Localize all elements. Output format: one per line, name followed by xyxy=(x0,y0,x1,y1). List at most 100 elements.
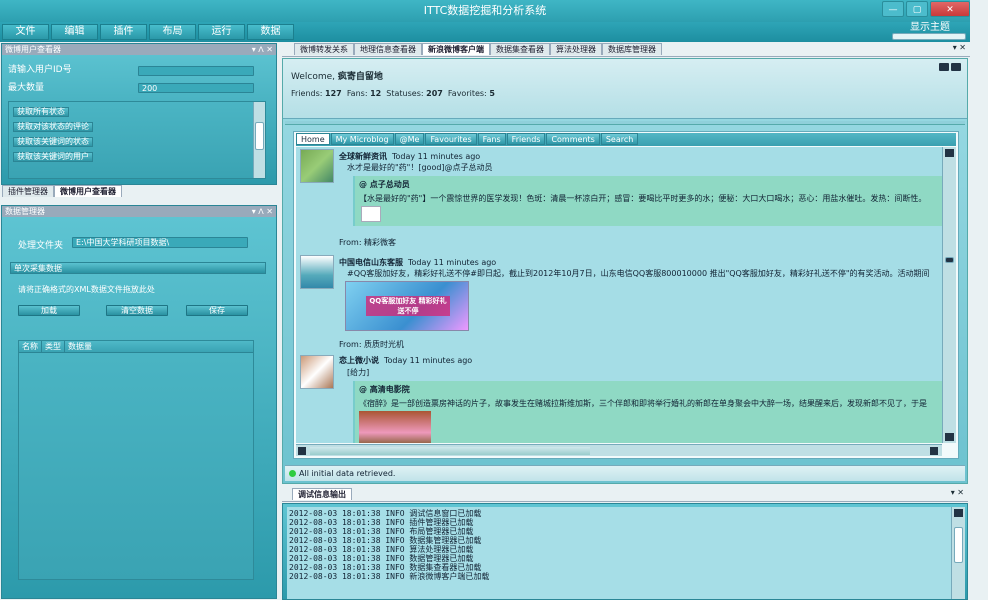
avatar[interactable] xyxy=(300,255,334,289)
action-get-comments[interactable]: 获取对该状态的评论 xyxy=(13,122,93,132)
tab-weibo-user-viewer[interactable]: 微博用户查看器 xyxy=(54,185,122,197)
scroll-thumb[interactable] xyxy=(255,122,264,150)
feed-tab-comments[interactable]: Comments xyxy=(546,133,600,145)
action-list-scrollbar[interactable] xyxy=(253,102,265,178)
menu-layout[interactable]: 布局 xyxy=(149,24,196,40)
debug-panel: 2012-08-03 18:01:38 INFO 调试信息窗口已加载 2012-… xyxy=(282,503,968,600)
list-item[interactable]: 中国电信山东客服 Today 11 minutes ago #QQ客服加好友，精彩… xyxy=(299,253,930,353)
post-user[interactable]: 全球新鲜资讯 xyxy=(339,152,387,161)
panel-controls[interactable]: ▾ ᐱ ✕ xyxy=(252,206,273,217)
post-time: Today 11 minutes ago xyxy=(408,258,497,267)
scroll-right-icon[interactable] xyxy=(930,447,938,455)
post-header: 中国电信山东客服 Today 11 minutes ago xyxy=(339,257,496,268)
menu-plugins[interactable]: 插件 xyxy=(100,24,147,40)
tab-weibo-forward[interactable]: 微博转发关系 xyxy=(294,43,354,55)
tab-plugin-manager[interactable]: 插件管理器 xyxy=(2,185,54,197)
log-line: 2012-08-03 18:01:38 INFO 布局管理器已加载 xyxy=(289,527,474,536)
action-keyword-status[interactable]: 获取该关键词的状态 xyxy=(13,137,93,147)
tab-geo-viewer[interactable]: 地理信息查看器 xyxy=(354,43,422,55)
title-bar: ITTC数据挖掘和分析系统 xyxy=(0,0,970,22)
list-item[interactable]: 全球新鲜资讯 Today 11 minutes ago 水才是最好的"药"！[go… xyxy=(299,147,942,253)
maximize-button[interactable]: ▢ xyxy=(906,1,928,17)
fans-count: 12 xyxy=(370,89,382,98)
tab-debug-output[interactable]: 调试信息输出 xyxy=(292,488,352,500)
action-get-all-status[interactable]: 获取所有状态 xyxy=(13,107,69,117)
menu-edit[interactable]: 编辑 xyxy=(51,24,98,40)
feed-tab-my-microblog[interactable]: My Microblog xyxy=(330,133,394,145)
avatar[interactable] xyxy=(300,149,334,183)
column-size[interactable]: 数据量 xyxy=(65,341,95,352)
quote-image[interactable] xyxy=(359,411,431,443)
menu-data[interactable]: 数据 xyxy=(247,24,294,40)
scroll-up-icon[interactable] xyxy=(945,149,954,157)
scroll-thumb[interactable] xyxy=(954,527,963,563)
save-button[interactable]: 保存 xyxy=(186,305,248,316)
header-splitter[interactable] xyxy=(285,121,965,125)
group-header: 单次采集数据 xyxy=(10,262,266,274)
quote-user[interactable]: @ 点子总动员 xyxy=(355,176,942,190)
scroll-up-icon[interactable] xyxy=(954,509,963,517)
column-name[interactable]: 名称 xyxy=(19,341,42,352)
scroll-left-icon[interactable] xyxy=(298,447,306,455)
feed-tab-strip: Home My Microblog @Me Favourites Fans Friends… xyxy=(296,133,956,146)
post-text: #QQ客服加好友，精彩好礼送不停#即日起，截止到2012年10月7日，山东电信Q… xyxy=(347,269,930,278)
debug-controls[interactable]: ▾ ✕ xyxy=(951,488,964,497)
minimize-button[interactable]: — xyxy=(882,1,904,17)
list-item[interactable]: 恋上微小说 Today 11 minutes ago [给力] @ 高清电影院 《… xyxy=(299,353,942,443)
table-header: 名称 类型 数据量 xyxy=(19,341,253,353)
close-button[interactable]: ✕ xyxy=(930,1,970,17)
feed-tab-friends[interactable]: Friends xyxy=(506,133,546,145)
left-tab-strip: 插件管理器 微博用户查看器 xyxy=(1,185,277,199)
avatar[interactable] xyxy=(300,355,334,389)
post-header: 全球新鲜资讯 Today 11 minutes ago xyxy=(339,151,480,162)
action-keyword-users[interactable]: 获取该关键词的用户 xyxy=(13,152,93,162)
post-image[interactable]: QQ客服加好友 精彩好礼送不停 xyxy=(345,281,469,331)
feed-tab-at-me[interactable]: @Me xyxy=(394,133,425,145)
user-id-input[interactable] xyxy=(138,66,254,76)
tab-db-manager[interactable]: 数据库管理器 xyxy=(602,43,662,55)
tab-algorithm[interactable]: 算法处理器 xyxy=(550,43,602,55)
post-user[interactable]: 恋上微小说 xyxy=(339,356,379,365)
statuses-label: Statuses: xyxy=(386,89,424,98)
action-items: 获取所有状态 获取对该状态的评论 获取该关键词的状态 获取该关键词的用户 xyxy=(9,102,249,162)
feed-tab-favourites[interactable]: Favourites xyxy=(425,133,477,145)
feed-scrollbar[interactable] xyxy=(942,147,956,443)
minimize-header-icon[interactable] xyxy=(951,63,961,71)
tab-sina-client[interactable]: 新浪微博客户端 xyxy=(422,43,490,55)
hscroll-thumb[interactable] xyxy=(310,447,590,455)
panel-controls[interactable]: ▾ ᐱ ✕ xyxy=(252,44,273,55)
feed-list: 全球新鲜资讯 Today 11 minutes ago 水才是最好的"药"！[go… xyxy=(296,147,942,443)
friends-count: 127 xyxy=(325,89,342,98)
post-header: 恋上微小说 Today 11 minutes ago xyxy=(339,355,472,366)
feed-hscrollbar[interactable] xyxy=(296,444,942,456)
welcome-line: Welcome, 疯寄自留地 xyxy=(291,69,383,82)
username: 疯寄自留地 xyxy=(337,72,383,82)
scroll-thumb[interactable] xyxy=(945,257,954,263)
tab-dataset-viewer[interactable]: 数据集查看器 xyxy=(490,43,550,55)
document-tab-strip: 微博转发关系 地理信息查看器 新浪微博客户端 数据集查看器 算法处理器 数据库管理器 ▾ … xyxy=(282,43,970,57)
feed-tab-home[interactable]: Home xyxy=(296,133,330,145)
doc-tabs-controls-icon[interactable]: ▾ ✕ xyxy=(953,43,966,52)
post-user[interactable]: 中国电信山东客服 xyxy=(339,258,403,267)
restore-header-icon[interactable] xyxy=(939,63,949,71)
feed-tab-search[interactable]: Search xyxy=(600,133,639,145)
folder-input[interactable]: E:\中国大学科研项目数据\ xyxy=(72,237,248,248)
menu-run[interactable]: 运行 xyxy=(198,24,245,40)
status-text: All initial data retrieved. xyxy=(299,469,396,478)
quote-thumbnail[interactable] xyxy=(361,206,381,222)
feed-tab-fans[interactable]: Fans xyxy=(477,133,506,145)
theme-selector[interactable] xyxy=(892,33,966,40)
feed-container: Home My Microblog @Me Favourites Fans Friends… xyxy=(293,131,959,459)
post-time: Today 11 minutes ago xyxy=(384,356,473,365)
clear-data-button[interactable]: 清空数据 xyxy=(106,305,168,316)
load-button[interactable]: 加载 xyxy=(18,305,80,316)
column-type[interactable]: 类型 xyxy=(42,341,65,352)
favorites-label: Favorites: xyxy=(447,89,487,98)
client-status-bar: All initial data retrieved. xyxy=(285,465,965,481)
debug-scrollbar[interactable] xyxy=(951,507,965,599)
menu-file[interactable]: 文件 xyxy=(2,24,49,40)
max-count-input[interactable]: 200 xyxy=(138,83,254,93)
quote-user[interactable]: @ 高清电影院 xyxy=(355,381,942,395)
scroll-down-icon[interactable] xyxy=(945,433,954,441)
log-line: 2012-08-03 18:01:38 INFO 算法处理器已加载 xyxy=(289,545,474,554)
